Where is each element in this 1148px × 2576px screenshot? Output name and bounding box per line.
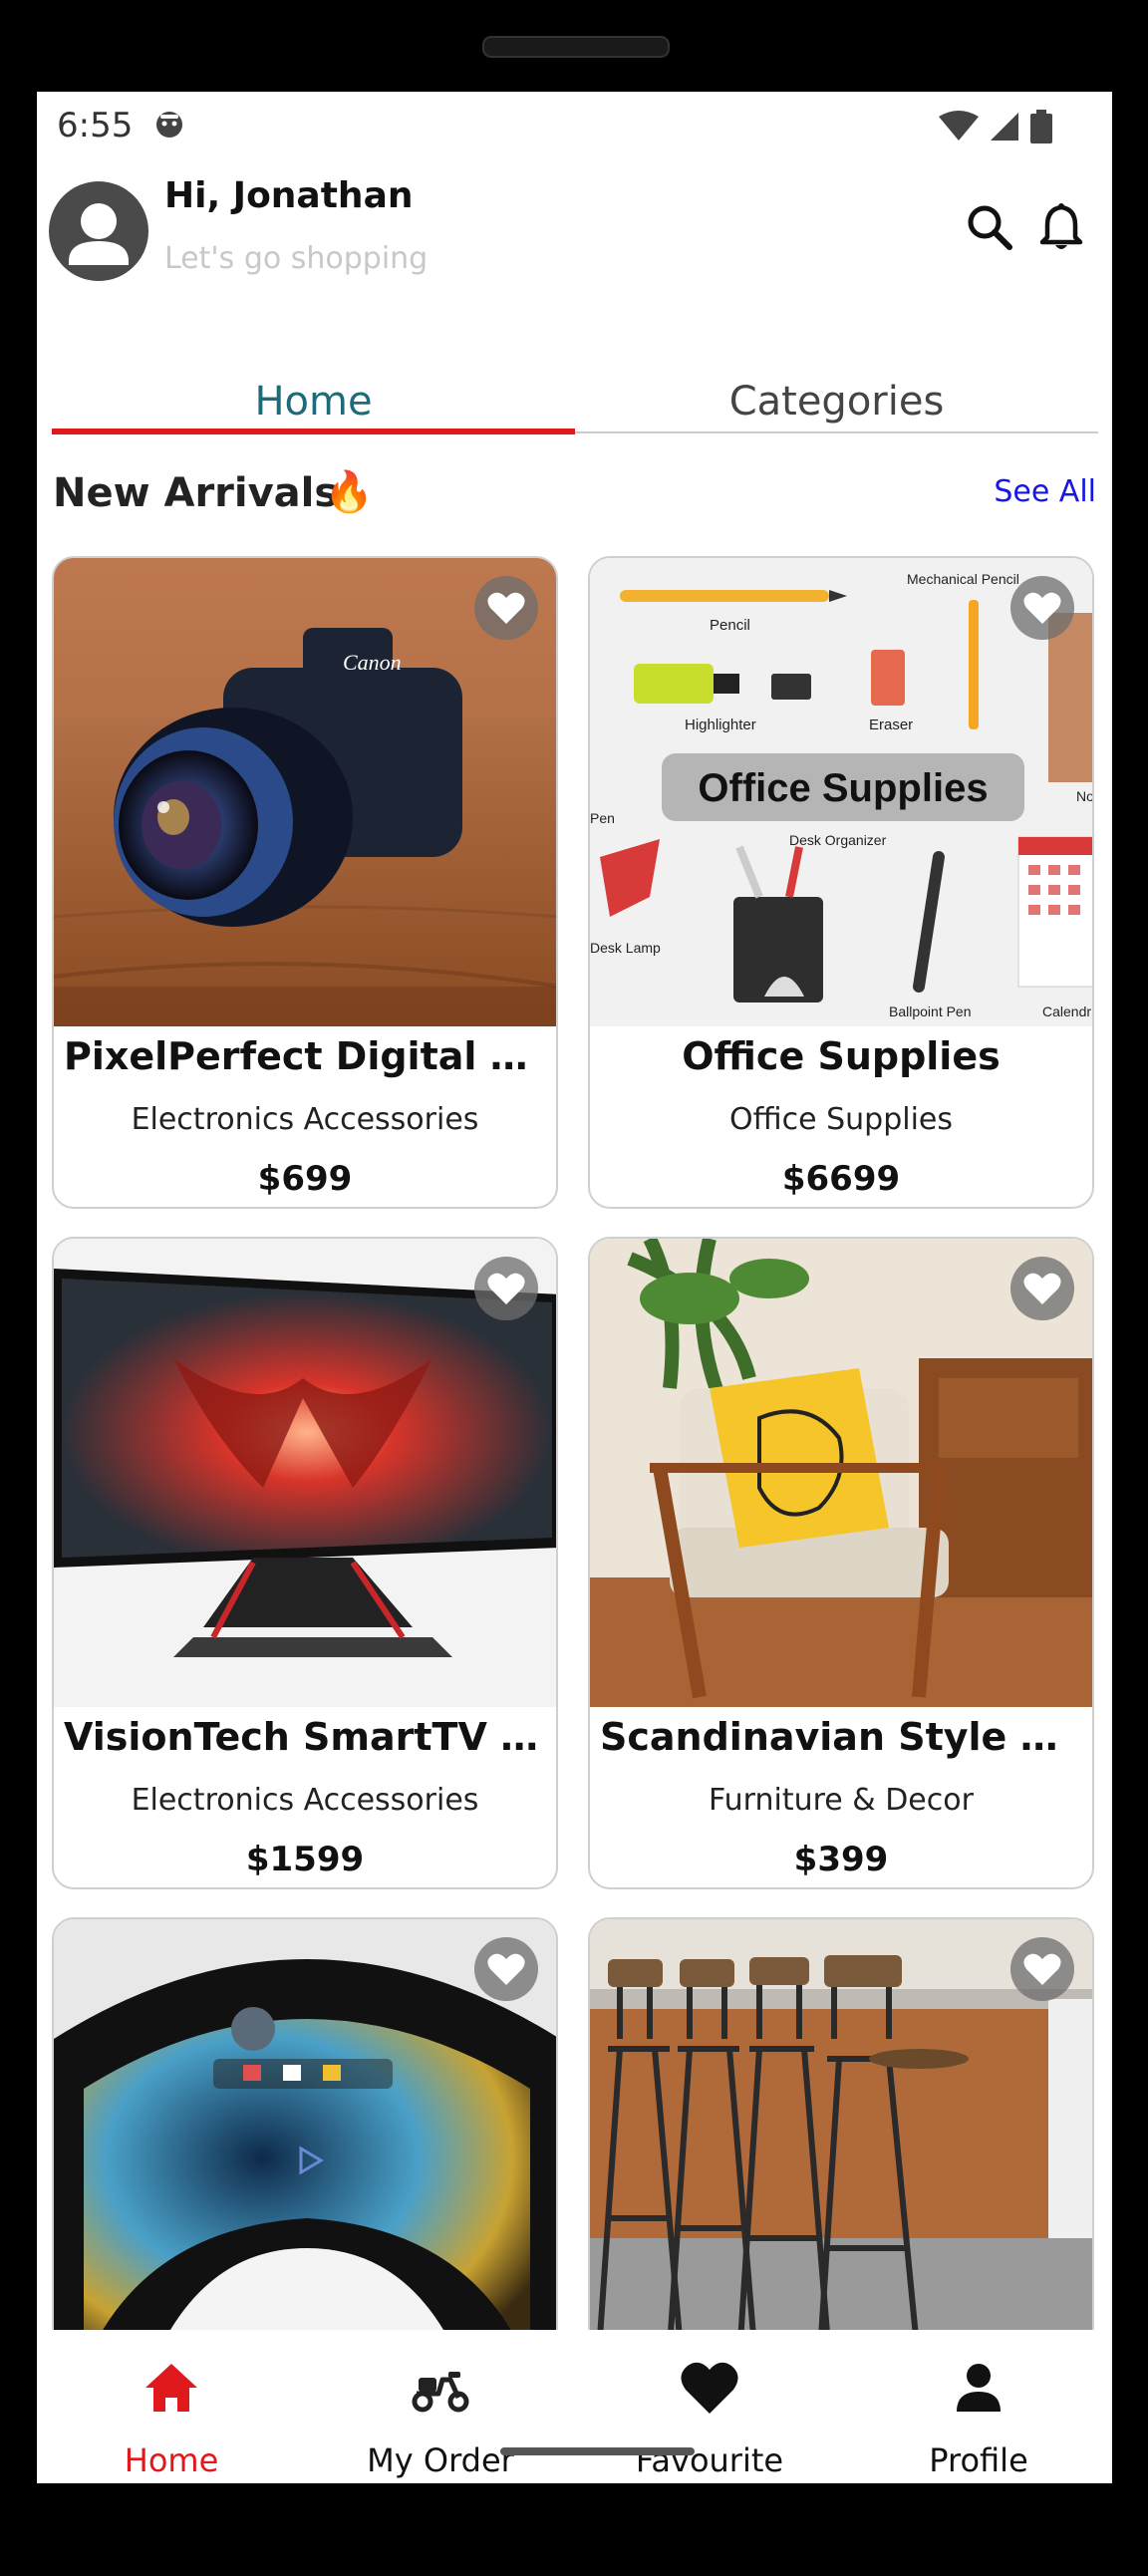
- nav-label-profile: Profile: [929, 2441, 1028, 2479]
- phone-frame: 6:55 Hi, Jonathan Let's go shopping Home…: [0, 0, 1148, 2576]
- status-icons: [939, 110, 1052, 143]
- heart-icon: [681, 2362, 738, 2414]
- image-label-highlighter: Highlighter: [685, 716, 756, 733]
- product-image-bar-stools: [590, 1919, 1092, 2388]
- product-card[interactable]: Scandinavian Style Ar… Furniture & Decor…: [588, 1237, 1094, 1889]
- heart-icon: [1023, 1953, 1061, 1985]
- person-icon: [957, 2364, 1001, 2412]
- image-label-calendar: Calendr: [1042, 1003, 1091, 1019]
- product-price: $1599: [245, 1840, 365, 1879]
- svg-text:Canon: Canon: [343, 650, 402, 675]
- status-bar: 6:55: [37, 92, 1112, 181]
- product-image-office-supplies: Pencil Mechanical Pencil Highlighter Era…: [590, 558, 1092, 1026]
- image-label-mechanical: Mechanical Pencil: [907, 571, 1019, 587]
- image-label-ballpoint: Ballpoint Pen: [889, 1003, 972, 1019]
- nav-label-home: Home: [124, 2441, 219, 2479]
- status-time: 6:55: [57, 106, 134, 145]
- nav-item-profile[interactable]: Profile: [844, 2330, 1112, 2483]
- favourite-button[interactable]: [1010, 1937, 1074, 2001]
- product-image-tv: [54, 1239, 556, 1707]
- heart-icon: [1023, 1273, 1061, 1304]
- gesture-home-indicator[interactable]: [500, 2447, 695, 2455]
- notification-face-icon: [156, 112, 182, 138]
- product-image-camera: Canon: [54, 558, 556, 1026]
- favourite-button[interactable]: [474, 576, 538, 640]
- wifi-icon: [939, 111, 979, 141]
- fire-emoji: 🔥: [324, 469, 374, 515]
- app-screen: 6:55 Hi, Jonathan Let's go shopping Home…: [37, 92, 1112, 2483]
- favourite-button[interactable]: [1010, 1257, 1074, 1320]
- avatar-person-icon: [69, 203, 129, 265]
- product-category: Electronics Accessories: [131, 1102, 479, 1137]
- product-price: $699: [257, 1159, 353, 1199]
- product-price: $6699: [781, 1159, 901, 1199]
- nav-item-favourite[interactable]: Favourite: [575, 2330, 844, 2483]
- image-label-desk-lamp: Desk Lamp: [590, 940, 661, 956]
- product-category: Electronics Accessories: [131, 1783, 479, 1818]
- heart-icon: [1023, 592, 1061, 624]
- tab-categories[interactable]: Categories: [575, 379, 1098, 425]
- signal-icon: [991, 113, 1018, 141]
- avatar[interactable]: [49, 181, 148, 281]
- product-category: Office Supplies: [728, 1102, 953, 1137]
- image-label-organizer: Desk Organizer: [789, 832, 887, 848]
- heart-icon: [487, 592, 525, 624]
- home-icon: [145, 2364, 197, 2412]
- product-image-vr-headset: [54, 1919, 556, 2388]
- tab-active-indicator: [52, 429, 575, 434]
- nav-item-home[interactable]: Home: [37, 2330, 306, 2483]
- heart-icon: [487, 1953, 525, 1985]
- speaker-grille: [482, 36, 670, 58]
- greeting-subtitle: Let's go shopping: [164, 241, 429, 276]
- product-card[interactable]: Canon PixelPerfect Digital Ca… Electroni…: [52, 556, 558, 1209]
- image-banner-text: Office Supplies: [698, 766, 988, 810]
- favourite-button[interactable]: [474, 1257, 538, 1320]
- bottom-navigation: Home My Order Favourite Profile: [37, 2330, 1112, 2483]
- product-price: $399: [793, 1840, 889, 1879]
- section-title: New Arrivals: [53, 470, 339, 516]
- product-title: Office Supplies: [682, 1034, 1001, 1078]
- favourite-button[interactable]: [474, 1937, 538, 2001]
- heart-icon: [487, 1273, 525, 1304]
- product-title: PixelPerfect Digital Ca…: [64, 1034, 546, 1078]
- battery-icon: [1030, 110, 1052, 143]
- product-card[interactable]: Pencil Mechanical Pencil Highlighter Era…: [588, 556, 1094, 1209]
- image-label-pencil: Pencil: [710, 617, 750, 634]
- product-title: VisionTech SmartTV X…: [64, 1715, 546, 1759]
- image-label-eraser: Eraser: [869, 716, 913, 733]
- tab-home[interactable]: Home: [52, 379, 575, 425]
- product-title: Scandinavian Style Ar…: [600, 1715, 1082, 1759]
- nav-item-my-order[interactable]: My Order: [306, 2330, 575, 2483]
- favourite-button[interactable]: [1010, 576, 1074, 640]
- greeting-text: Hi, Jonathan: [164, 175, 414, 216]
- scooter-icon: [412, 2372, 469, 2413]
- image-label-pen: Pen: [590, 810, 615, 826]
- see-all-link[interactable]: See All: [994, 474, 1096, 509]
- image-label-note: No: [1076, 788, 1092, 804]
- search-icon[interactable]: [964, 201, 1015, 253]
- notification-bell-icon[interactable]: [1035, 201, 1087, 253]
- product-category: Furniture & Decor: [709, 1783, 974, 1818]
- product-image-armchair: [590, 1239, 1092, 1707]
- product-card[interactable]: VisionTech SmartTV X… Electronics Access…: [52, 1237, 558, 1889]
